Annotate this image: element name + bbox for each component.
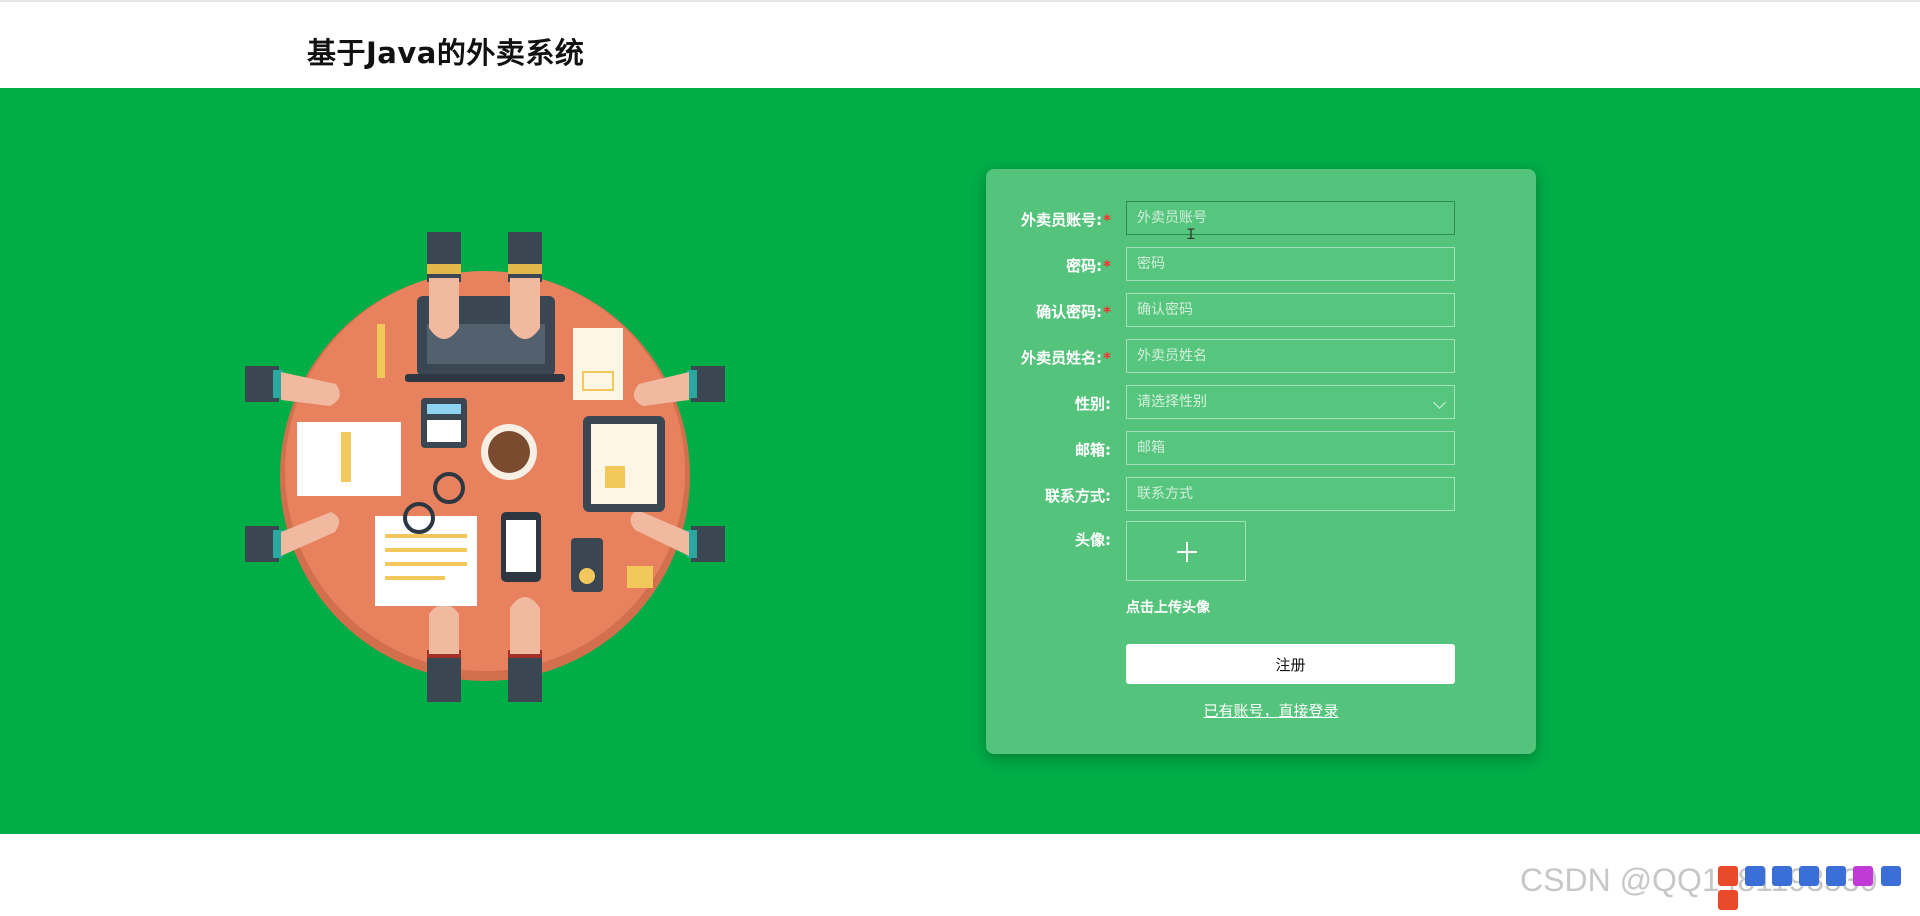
email-input[interactable]	[1126, 431, 1455, 465]
ime-mascot-icon[interactable]	[1718, 890, 1738, 910]
password-label: 密码:*	[1066, 257, 1111, 275]
ime-microphone-icon[interactable]	[1799, 866, 1820, 886]
confirm-password-row: 确认密码:*	[986, 293, 1536, 327]
calculator	[421, 398, 467, 448]
name-input[interactable]	[1126, 339, 1455, 373]
site-title: 基于Java的外卖系统	[307, 36, 585, 70]
email-row: 邮箱:	[986, 431, 1536, 465]
header: 基于Java的外卖系统	[0, 2, 1920, 88]
plus-icon-vertical	[1186, 542, 1188, 562]
name-label: 外卖员姓名:*	[1021, 349, 1111, 367]
password-input[interactable]	[1126, 247, 1455, 281]
ime-chinese-icon[interactable]	[1745, 866, 1766, 886]
confirm-password-input[interactable]	[1126, 293, 1455, 327]
meeting-illustration	[245, 232, 725, 702]
account-label: 外卖员账号:*	[1021, 211, 1111, 229]
ime-keyboard-icon[interactable]	[1826, 866, 1847, 886]
coffee-cup	[481, 424, 537, 480]
ime-tray	[1718, 866, 1918, 910]
upload-hint: 点击上传头像	[1126, 600, 1210, 616]
avatar-label: 头像:	[1075, 531, 1111, 549]
email-label: 邮箱:	[1075, 441, 1111, 459]
ime-logo-icon[interactable]	[1718, 866, 1738, 886]
ime-punctuation-icon[interactable]	[1772, 866, 1793, 886]
pencil	[377, 324, 385, 378]
phone	[501, 512, 541, 582]
gender-select-placeholder: 请选择性别	[1137, 394, 1207, 410]
music-player	[571, 538, 603, 592]
text-cursor-icon: Ｉ	[1184, 227, 1198, 243]
login-link[interactable]: 已有账号，直接登录	[986, 700, 1556, 721]
tablet	[583, 416, 665, 512]
avatar-upload[interactable]	[1126, 521, 1246, 581]
sticky-note	[627, 566, 653, 588]
register-panel: 外卖员账号:* 密码:* 确认密码:* 外卖员姓名:* 性别: 请选择性别 邮箱…	[986, 169, 1536, 754]
register-button[interactable]: 注册	[1126, 644, 1455, 684]
password-row: 密码:*	[986, 247, 1536, 281]
gender-label: 性别:	[1075, 395, 1111, 413]
ime-tools-icon[interactable]	[1880, 866, 1901, 886]
chevron-down-icon	[1433, 396, 1446, 409]
ime-skin-icon[interactable]	[1853, 866, 1874, 886]
phone-input[interactable]	[1126, 477, 1455, 511]
name-row: 外卖员姓名:*	[986, 339, 1536, 373]
gender-select[interactable]: 请选择性别	[1126, 385, 1455, 419]
account-input[interactable]	[1126, 201, 1455, 235]
phone-label: 联系方式:	[1045, 487, 1111, 505]
account-row: 外卖员账号:*	[986, 201, 1536, 235]
confirm-password-label: 确认密码:*	[1036, 303, 1111, 321]
avatar-row: 头像:	[986, 521, 1536, 555]
phone-row: 联系方式:	[986, 477, 1536, 511]
gender-row: 性别: 请选择性别	[986, 385, 1536, 419]
